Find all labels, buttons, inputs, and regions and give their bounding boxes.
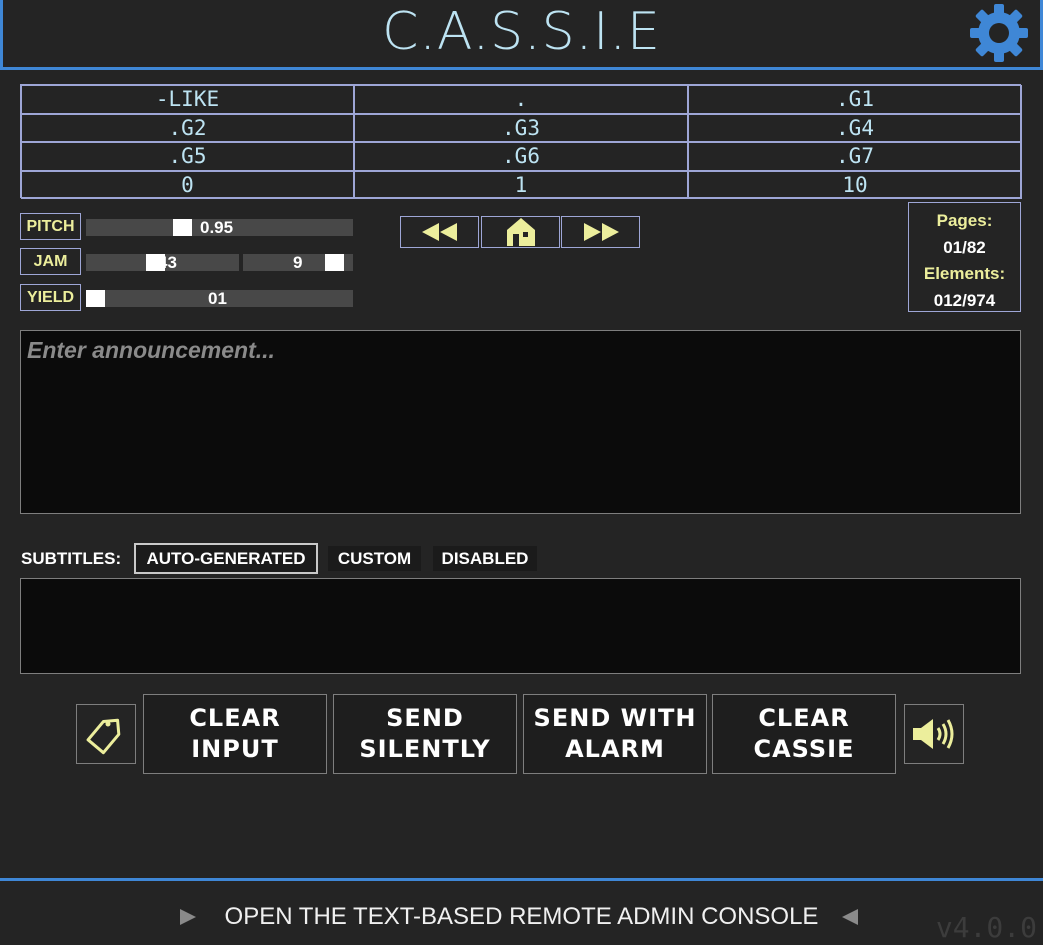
jam-slider-b[interactable]: 9 bbox=[243, 253, 353, 272]
grid-cell[interactable]: .G2 bbox=[21, 113, 354, 142]
grid-cell[interactable]: .G3 bbox=[354, 113, 688, 142]
yield-value: 01 bbox=[208, 289, 227, 308]
pitch-label: PITCH bbox=[20, 213, 81, 240]
home-icon bbox=[506, 218, 535, 246]
grid-cell[interactable]: .G7 bbox=[688, 142, 1022, 171]
grid-cell[interactable]: .G5 bbox=[21, 142, 354, 171]
footer-bar: OPEN THE TEXT-BASED REMOTE ADMIN CONSOLE… bbox=[0, 878, 1043, 945]
word-grid: -LIKE . .G1 .G2 .G3 .G4 .G5 .G6 .G7 0 1 … bbox=[20, 84, 1022, 199]
pitch-slider-handle[interactable] bbox=[173, 219, 192, 236]
announcement-input[interactable]: Enter announcement... bbox=[20, 330, 1021, 514]
fast-forward-icon bbox=[583, 223, 619, 241]
clear-input-button[interactable]: CLEAR INPUT bbox=[143, 694, 327, 774]
grid-cell[interactable]: 10 bbox=[688, 170, 1022, 199]
grid-cell[interactable]: 0 bbox=[21, 170, 354, 199]
version-label: v4.0.0 bbox=[935, 911, 1037, 944]
previous-page-button[interactable] bbox=[400, 216, 479, 248]
yield-slider[interactable]: 01 bbox=[86, 289, 353, 308]
grid-cell[interactable]: . bbox=[354, 85, 688, 114]
jam-label: JAM bbox=[20, 248, 81, 275]
elements-value: 012/974 bbox=[933, 290, 996, 310]
subtitles-label: SUBTITLES: bbox=[21, 549, 122, 568]
app-title: C.A.S.S.I.E bbox=[382, 2, 661, 62]
grid-cell[interactable]: .G6 bbox=[354, 142, 688, 171]
yield-label: YIELD bbox=[20, 284, 81, 311]
jam-value-b: 9 bbox=[293, 253, 303, 272]
pages-value: 01/82 bbox=[943, 237, 986, 257]
subtitles-input[interactable] bbox=[20, 578, 1021, 674]
pitch-value: 0.95 bbox=[200, 218, 234, 237]
pages-label: Pages: bbox=[936, 211, 993, 230]
clear-cassie-button[interactable]: CLEAR CASSIE bbox=[712, 694, 896, 774]
jam-slider-b-handle[interactable] bbox=[325, 254, 344, 271]
grid-cell[interactable]: 1 bbox=[354, 170, 688, 199]
send-silently-button[interactable]: SEND SILENTLY bbox=[333, 694, 517, 774]
tag-icon bbox=[86, 718, 121, 755]
play-left-icon bbox=[842, 909, 858, 925]
subtitle-option-auto-generated[interactable]: AUTO-GENERATED bbox=[134, 543, 318, 574]
elements-label: Elements: bbox=[923, 264, 1006, 283]
yield-slider-handle[interactable] bbox=[86, 290, 105, 307]
next-page-button[interactable] bbox=[561, 216, 640, 248]
grid-cell[interactable]: .G4 bbox=[688, 113, 1022, 142]
home-button[interactable] bbox=[481, 216, 560, 248]
subtitle-option-custom[interactable]: CUSTOM bbox=[328, 546, 421, 571]
speaker-icon bbox=[913, 719, 954, 749]
announcement-placeholder: Enter announcement... bbox=[27, 337, 275, 363]
grid-cell[interactable]: -LIKE bbox=[21, 85, 354, 114]
grid-cell[interactable]: .G1 bbox=[688, 85, 1022, 114]
open-console-link[interactable]: OPEN THE TEXT-BASED REMOTE ADMIN CONSOLE bbox=[0, 903, 1043, 931]
tag-button[interactable] bbox=[76, 704, 136, 764]
header-bar: C.A.S.S.I.E bbox=[0, 0, 1043, 70]
rewind-icon bbox=[421, 223, 457, 241]
speaker-button[interactable] bbox=[904, 704, 964, 764]
gear-icon[interactable] bbox=[966, 0, 1032, 66]
jam-slider-a[interactable]: 43 bbox=[86, 253, 239, 272]
page-counter: Pages: 01/82 Elements: 012/974 bbox=[908, 202, 1021, 312]
send-with-alarm-button[interactable]: SEND WITH ALARM bbox=[523, 694, 707, 774]
pitch-slider[interactable]: 0.95 bbox=[86, 218, 353, 237]
subtitle-option-disabled[interactable]: DISABLED bbox=[433, 546, 537, 571]
jam-value-a: 43 bbox=[158, 253, 177, 272]
